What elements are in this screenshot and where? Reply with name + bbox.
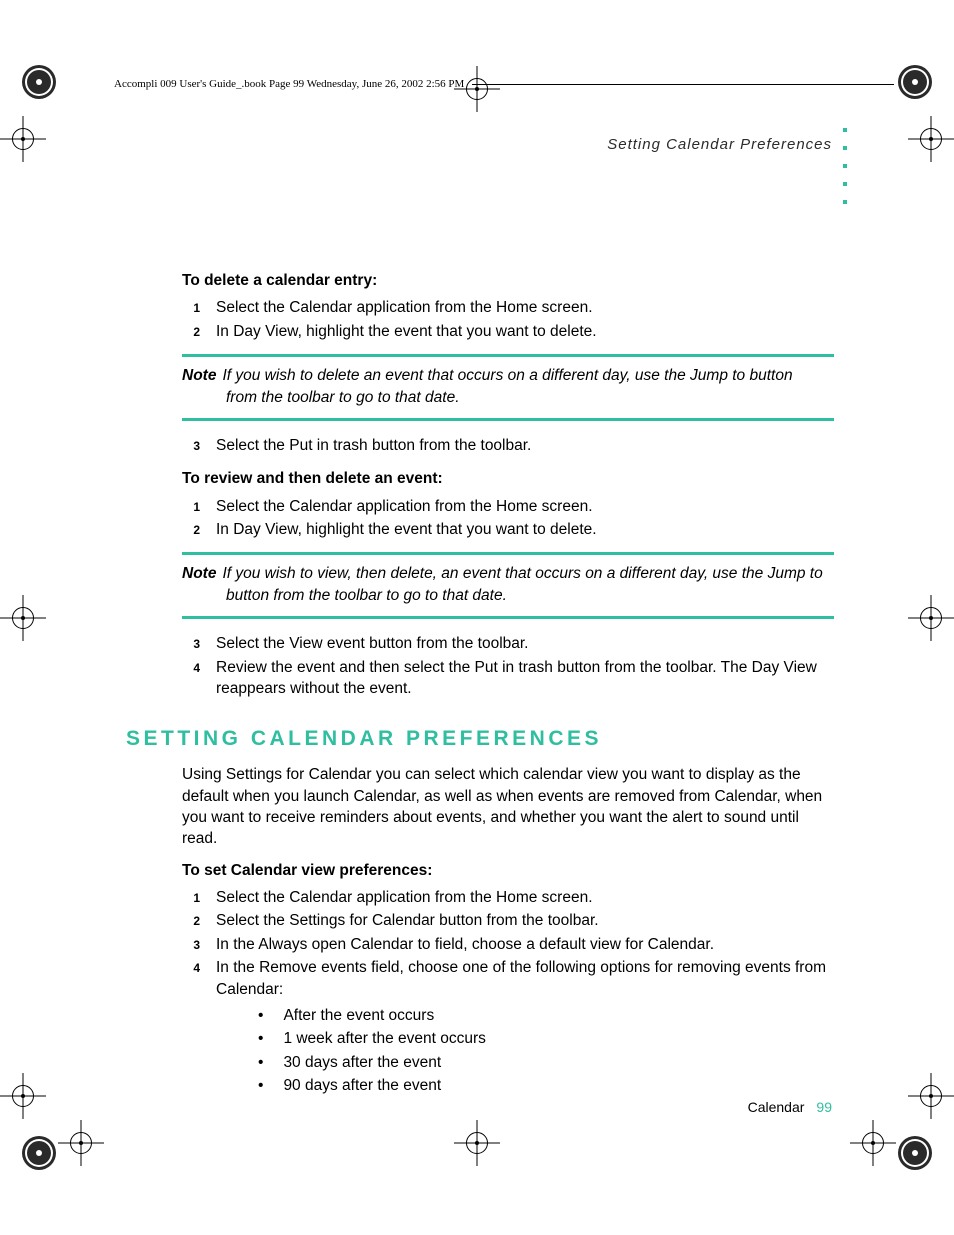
step-text-inner: In the Remove events field, choose one o…: [216, 959, 826, 997]
step-number: 2: [182, 519, 200, 540]
page-content: To delete a calendar entry: 1 Select the …: [182, 270, 834, 1109]
step-item: 4 Review the event and then select the Pu…: [182, 657, 834, 700]
step-number: 2: [182, 321, 200, 342]
crosshair-icon: [908, 116, 954, 162]
bullet-item: • 90 days after the event: [216, 1074, 834, 1097]
note-text: from the toolbar to go to that date.: [182, 387, 834, 408]
registration-mark-icon: [22, 1136, 56, 1170]
step-list: 1 Select the Calendar application from th…: [182, 297, 834, 342]
running-head: Setting Calendar Preferences: [607, 136, 832, 153]
step-number: 3: [182, 435, 200, 456]
crosshair-icon: [0, 595, 46, 641]
bullet-icon: •: [258, 1075, 263, 1096]
step-text: Select the Calendar application from the…: [216, 496, 834, 517]
page-footer: Calendar99: [748, 1099, 832, 1115]
book-header-text: Accompli 009 User's Guide_.book Page 99 …: [114, 78, 464, 90]
crosshair-icon: [0, 1073, 46, 1119]
header-rule: [472, 84, 894, 85]
step-list: 3 Select the Put in trash button from the…: [182, 435, 834, 456]
bullet-icon: •: [258, 1028, 263, 1049]
step-number: 1: [182, 496, 200, 517]
bullet-item: • After the event occurs: [216, 1004, 834, 1027]
step-text: Select the View event button from the to…: [216, 633, 834, 654]
step-item: 3 Select the Put in trash button from the…: [182, 435, 834, 456]
document-page: Accompli 009 User's Guide_.book Page 99 …: [0, 0, 954, 1235]
note-text: button from the toolbar to go to that da…: [182, 585, 834, 606]
step-list: 1 Select the Calendar application from th…: [182, 887, 834, 1097]
decorative-dots-icon: [843, 128, 847, 204]
step-item: 2 In Day View, highlight the event that y…: [182, 321, 834, 342]
note-text: If you wish to view, then delete, an eve…: [222, 565, 822, 582]
step-text: Select the Calendar application from the…: [216, 887, 834, 908]
step-number: 3: [182, 934, 200, 955]
chapter-label: Calendar: [748, 1099, 805, 1115]
registration-mark-icon: [898, 65, 932, 99]
step-number: 4: [182, 957, 200, 1097]
step-number: 4: [182, 657, 200, 700]
crosshair-icon: [850, 1120, 896, 1166]
step-list: 1 Select the Calendar application from th…: [182, 496, 834, 541]
note-callout: NoteIf you wish to delete an event that …: [182, 354, 834, 421]
bullet-text: 30 days after the event: [283, 1052, 441, 1073]
step-text: Select the Calendar application from the…: [216, 297, 834, 318]
procedure-heading: To review and then delete an event:: [182, 468, 834, 489]
step-item: 1 Select the Calendar application from th…: [182, 297, 834, 318]
note-callout: NoteIf you wish to view, then delete, an…: [182, 552, 834, 619]
crosshair-icon: [58, 1120, 104, 1166]
step-text: Select the Put in trash button from the …: [216, 435, 834, 456]
note-label: Note: [182, 367, 222, 384]
bullet-text: 1 week after the event occurs: [283, 1028, 485, 1049]
crosshair-icon: [908, 595, 954, 641]
section-heading: SETTING CALENDAR PREFERENCES: [126, 725, 834, 754]
bullet-icon: •: [258, 1005, 263, 1026]
page-number: 99: [804, 1099, 832, 1115]
step-item: 2 In Day View, highlight the event that y…: [182, 519, 834, 540]
bullet-item: • 30 days after the event: [216, 1051, 834, 1074]
step-number: 3: [182, 633, 200, 654]
step-item: 4 In the Remove events field, choose one…: [182, 957, 834, 1097]
step-item: 3 Select the View event button from the t…: [182, 633, 834, 654]
step-text: Select the Settings for Calendar button …: [216, 910, 834, 931]
registration-mark-icon: [22, 65, 56, 99]
bullet-list: • After the event occurs • 1 week after th…: [216, 1004, 834, 1098]
step-text: In Day View, highlight the event that yo…: [216, 321, 834, 342]
step-list: 3 Select the View event button from the t…: [182, 633, 834, 699]
book-header: Accompli 009 User's Guide_.book Page 99 …: [114, 78, 894, 90]
step-number: 2: [182, 910, 200, 931]
bullet-icon: •: [258, 1052, 263, 1073]
bullet-text: 90 days after the event: [283, 1075, 441, 1096]
crosshair-icon: [908, 1073, 954, 1119]
step-text: Review the event and then select the Put…: [216, 657, 834, 700]
bullet-item: • 1 week after the event occurs: [216, 1027, 834, 1050]
note-text: If you wish to delete an event that occu…: [222, 367, 792, 384]
crosshair-icon: [454, 1120, 500, 1166]
step-number: 1: [182, 297, 200, 318]
step-item: 3 In the Always open Calendar to field, c…: [182, 934, 834, 955]
bullet-text: After the event occurs: [283, 1005, 434, 1026]
step-number: 1: [182, 887, 200, 908]
step-item: 2 Select the Settings for Calendar button…: [182, 910, 834, 931]
procedure-heading: To set Calendar view preferences:: [182, 860, 834, 881]
paragraph: Using Settings for Calendar you can sele…: [182, 764, 834, 850]
step-text: In the Always open Calendar to field, ch…: [216, 934, 834, 955]
registration-mark-icon: [898, 1136, 932, 1170]
crosshair-icon: [0, 116, 46, 162]
step-item: 1 Select the Calendar application from th…: [182, 887, 834, 908]
step-text: In the Remove events field, choose one o…: [216, 957, 834, 1097]
note-label: Note: [182, 565, 222, 582]
step-item: 1 Select the Calendar application from th…: [182, 496, 834, 517]
procedure-heading: To delete a calendar entry:: [182, 270, 834, 291]
step-text: In Day View, highlight the event that yo…: [216, 519, 834, 540]
